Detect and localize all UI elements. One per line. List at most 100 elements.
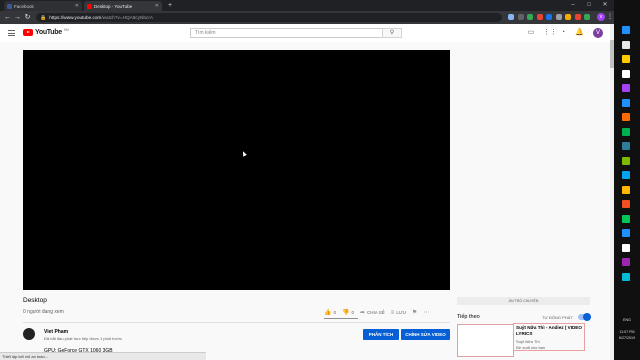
- taskbar-app-icon[interactable]: [622, 55, 630, 63]
- lock-icon: 🔒: [40, 14, 47, 21]
- hide-chat-button[interactable]: ẨN TRÒ CHUYỆN: [457, 297, 590, 305]
- mouse-cursor-icon: [241, 150, 247, 157]
- video-player[interactable]: [23, 50, 450, 290]
- notifications-bell-icon[interactable]: 🔔: [575, 29, 584, 37]
- flag-icon: ⚑: [411, 310, 418, 316]
- address-bar[interactable]: 🔒 https://www.youtube.com/watch?v=HQA8cy…: [36, 13, 502, 22]
- taskbar-app-icon[interactable]: [622, 26, 630, 34]
- extension-icon[interactable]: [574, 14, 581, 20]
- account-avatar[interactable]: V: [593, 28, 603, 38]
- thumbs-down-icon: 👎: [342, 310, 350, 316]
- tab-youtube[interactable]: Desktop - YouTube ✕: [84, 1, 162, 11]
- like-button[interactable]: 👍 0: [324, 309, 336, 316]
- search-input[interactable]: Tìm kiếm: [190, 28, 382, 38]
- extension-icon[interactable]: [546, 14, 552, 20]
- taskbar-app-icon[interactable]: [622, 84, 630, 92]
- analytics-button[interactable]: PHÂN TÍCH: [363, 329, 399, 340]
- close-tab-icon[interactable]: ✕: [75, 3, 79, 9]
- save-label: LƯU: [396, 310, 406, 315]
- browser-menu-icon[interactable]: ⋮: [607, 13, 613, 22]
- reload-icon[interactable]: ↻: [23, 13, 32, 22]
- save-button[interactable]: ≡ LƯU: [391, 310, 406, 316]
- maximize-button[interactable]: □: [582, 0, 596, 11]
- next-video-meta: Đề xuất cho bạn: [516, 345, 546, 350]
- tab-title: Desktop - YouTube: [94, 3, 133, 9]
- taskbar-app-icon[interactable]: [622, 98, 630, 107]
- minimize-button[interactable]: –: [566, 0, 580, 11]
- clock-time[interactable]: 11:07 PM: [614, 330, 640, 334]
- taskbar-app-icon[interactable]: [622, 40, 630, 49]
- facebook-favicon-icon: [7, 3, 12, 9]
- messages-icon[interactable]: ◔: [559, 29, 567, 37]
- extension-icon[interactable]: [527, 14, 533, 20]
- video-title: Desktop: [23, 297, 47, 304]
- toggle-knob: [583, 313, 591, 321]
- tab-facebook[interactable]: Facebook ✕: [4, 1, 82, 11]
- taskbar-app-icon[interactable]: [622, 113, 630, 121]
- back-arrow-icon[interactable]: ←: [3, 13, 12, 22]
- view-count: 0 người đang xem: [23, 309, 64, 315]
- logo-country-code: VN: [63, 27, 69, 32]
- share-label: CHIA SẺ: [367, 310, 385, 315]
- up-next-heading: Tiếp theo: [457, 314, 480, 320]
- windows-taskbar: [614, 0, 640, 360]
- divider: [23, 322, 450, 323]
- taskbar-app-icon[interactable]: [622, 214, 630, 223]
- dislike-count: 0: [351, 310, 354, 315]
- taskbar-app-icon[interactable]: [622, 243, 630, 252]
- taskbar-app-icon[interactable]: [622, 258, 630, 266]
- share-icon: ➦: [360, 310, 366, 316]
- channel-avatar[interactable]: [23, 328, 35, 340]
- taskbar-app-icon[interactable]: [622, 272, 630, 281]
- extension-icon[interactable]: [565, 14, 571, 20]
- channel-name[interactable]: Viet Pham: [44, 329, 68, 335]
- apps-grid-icon[interactable]: ⋮⋮: [543, 29, 557, 37]
- profile-avatar[interactable]: v: [597, 13, 605, 21]
- search-button[interactable]: ⚲: [382, 28, 402, 38]
- extension-icon[interactable]: [508, 14, 514, 20]
- youtube-play-icon: [23, 29, 33, 36]
- stream-started-text: Đã bắt đầu phát trực tiếp được 1 phút tr…: [44, 336, 122, 341]
- clock-date[interactable]: 6/27/2019: [614, 336, 640, 340]
- taskbar-app-icon[interactable]: [622, 171, 630, 179]
- extension-icon[interactable]: [555, 14, 562, 20]
- tab-title: Facebook: [14, 3, 34, 9]
- taskbar-app-icon[interactable]: [622, 200, 630, 208]
- more-horiz-icon: ⋯: [423, 310, 430, 316]
- next-video-title[interactable]: Suýt Nữa Thì - Andiez ( VIDEO LYRICS: [516, 325, 586, 336]
- browser-toolbar: ← → ↻ 🔒 https://www.youtube.com/watch?v=…: [0, 11, 614, 24]
- create-video-icon[interactable]: ▭: [527, 29, 535, 37]
- share-button[interactable]: ➦ CHIA SẺ: [360, 309, 385, 316]
- language-indicator[interactable]: ENG: [614, 318, 640, 322]
- extension-icon[interactable]: [536, 14, 543, 20]
- playlist-add-icon: ≡: [390, 309, 395, 316]
- autoplay-label: TỰ ĐỘNG PHÁT: [542, 315, 573, 320]
- next-video-thumbnail[interactable]: [457, 324, 514, 357]
- thumbs-up-icon: 👍: [324, 310, 332, 316]
- flag-button[interactable]: ⚑: [412, 309, 417, 316]
- taskbar-app-icon[interactable]: [622, 69, 630, 78]
- browser-tab-strip: Facebook ✕ Desktop - YouTube ✕ + – □ ✕: [0, 0, 614, 11]
- taskbar-app-icon[interactable]: [622, 127, 630, 136]
- close-window-button[interactable]: ✕: [598, 0, 612, 11]
- new-tab-button[interactable]: +: [166, 1, 174, 10]
- youtube-logo[interactable]: YouTube VN: [23, 27, 69, 36]
- taskbar-app-icon[interactable]: [622, 156, 630, 165]
- video-actions: 👍 0 👎 0 ➦ CHIA SẺ ≡ LƯU ⚑ ⋯: [324, 309, 429, 317]
- extension-icon[interactable]: [517, 14, 524, 20]
- taskbar-app-icon[interactable]: [622, 229, 630, 237]
- like-ratio-bar: [324, 318, 358, 319]
- extension-icon[interactable]: [584, 14, 590, 20]
- more-button[interactable]: ⋯: [423, 309, 429, 316]
- menu-icon[interactable]: [8, 30, 15, 36]
- close-tab-icon[interactable]: ✕: [155, 3, 159, 9]
- taskbar-app-icon[interactable]: [622, 185, 630, 194]
- autoplay-toggle[interactable]: [578, 313, 591, 321]
- status-bar: Thiết lập kết nối an toàn...: [0, 352, 206, 360]
- edit-video-button[interactable]: CHỈNH SỬA VIDEO: [401, 329, 450, 340]
- youtube-header: YouTube VN Tìm kiếm ⚲ ▭ ⋮⋮ ◔ 🔔 V: [0, 24, 614, 42]
- taskbar-app-icon[interactable]: [622, 142, 630, 150]
- dislike-button[interactable]: 👎 0: [342, 309, 354, 316]
- next-video-channel: Suýt Nữa Thì: [516, 339, 540, 344]
- forward-arrow-icon[interactable]: →: [13, 13, 22, 22]
